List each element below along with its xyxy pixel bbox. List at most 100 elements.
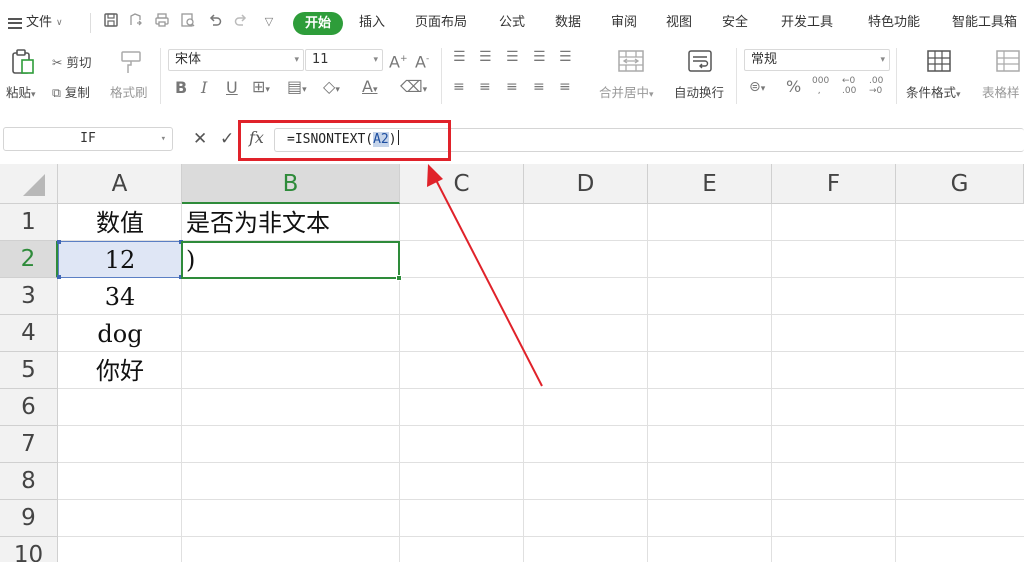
percent-icon[interactable]: %	[786, 78, 801, 96]
column-header-g[interactable]: G	[896, 164, 1024, 204]
tab-data[interactable]: 数据	[555, 12, 581, 34]
align-center-icon[interactable]: ≡	[479, 78, 491, 96]
conditional-format-button[interactable]: 条件格式▾	[906, 82, 961, 101]
align-right-icon[interactable]: ≡	[506, 78, 518, 96]
align-left-icon[interactable]: ≡	[453, 78, 465, 96]
wrap-text-icon[interactable]	[686, 48, 714, 74]
increase-font-icon[interactable]: A+	[389, 50, 408, 71]
orientation-icon[interactable]: ☰	[533, 48, 546, 66]
gridline	[58, 536, 1024, 537]
column-header-b[interactable]: B	[182, 164, 400, 204]
save-icon[interactable]	[101, 12, 121, 32]
thousands-icon[interactable]: 000 ,	[812, 76, 829, 96]
cell-b1[interactable]: 是否为非文本	[186, 205, 400, 242]
tab-home[interactable]: 开始	[293, 12, 343, 35]
fill-handle[interactable]	[396, 275, 402, 281]
column-header-a[interactable]: A	[58, 164, 182, 204]
row-header-4[interactable]: 4	[0, 315, 58, 352]
menu-separator	[90, 13, 91, 33]
cell-a2[interactable]: 12	[58, 242, 182, 279]
confirm-icon[interactable]: ✓	[220, 129, 234, 149]
font-color-icon[interactable]: A▾	[362, 78, 377, 99]
format-painter-icon[interactable]	[118, 48, 146, 74]
justify-icon[interactable]: ≡	[533, 78, 545, 96]
cell-format-icon[interactable]: ▤▾	[287, 78, 307, 99]
tab-formulas[interactable]: 公式	[499, 12, 525, 34]
row-header-2[interactable]: 2	[0, 241, 58, 278]
file-menu[interactable]: 文件 ∨	[8, 12, 63, 34]
row-header-1[interactable]: 1	[0, 204, 58, 241]
select-all-corner[interactable]	[0, 164, 58, 204]
table-style-icon[interactable]	[994, 48, 1022, 74]
table-style-button[interactable]: 表格样	[982, 82, 1024, 101]
cell-b2[interactable]: )	[186, 242, 396, 279]
cell-a5[interactable]: 你好	[58, 353, 182, 390]
format-painter-button[interactable]: 格式刷	[110, 82, 148, 101]
tab-security[interactable]: 安全	[722, 12, 748, 34]
redo-icon[interactable]	[231, 12, 251, 32]
paste-button[interactable]: 粘贴▾	[6, 82, 36, 101]
paste-label: 粘贴	[6, 85, 32, 100]
font-name-select[interactable]: 宋体 ▾	[168, 49, 304, 71]
number-format-value: 常规	[751, 52, 778, 67]
name-box[interactable]: IF ▾	[3, 127, 173, 151]
cut-button[interactable]: ✂ 剪切	[52, 52, 91, 71]
tab-insert[interactable]: 插入	[359, 12, 385, 34]
eraser-icon[interactable]: ⌫▾	[400, 78, 427, 99]
font-name-value: 宋体	[175, 52, 202, 67]
merge-center-icon[interactable]	[617, 48, 645, 74]
tab-page-layout[interactable]: 页面布局	[415, 12, 467, 34]
print-preview-icon[interactable]	[178, 12, 198, 32]
number-format-select[interactable]: 常规 ▾	[744, 49, 890, 71]
copy-button[interactable]: ⧉ 复制	[52, 82, 90, 101]
align-middle-icon[interactable]: ☰	[479, 48, 492, 66]
column-header-e[interactable]: E	[648, 164, 772, 204]
merge-center-button[interactable]: 合并居中▾	[599, 82, 654, 101]
chevron-down-icon: ▾	[373, 55, 378, 65]
underline-icon[interactable]: U	[226, 79, 238, 97]
indent-icon[interactable]: ☰	[559, 48, 572, 66]
wrap-text-button[interactable]: 自动换行	[674, 82, 724, 101]
decrease-decimal-icon[interactable]: .00 →0	[869, 76, 883, 96]
column-header-d[interactable]: D	[524, 164, 648, 204]
tab-view[interactable]: 视图	[666, 12, 692, 34]
row-header-5[interactable]: 5	[0, 352, 58, 389]
scissors-icon: ✂	[52, 55, 63, 70]
decrease-font-icon[interactable]: A-	[415, 50, 429, 71]
cell-a1[interactable]: 数值	[58, 205, 182, 242]
tab-developer[interactable]: 开发工具	[781, 12, 833, 34]
row-header-8[interactable]: 8	[0, 463, 58, 500]
bold-icon[interactable]: B	[175, 79, 187, 97]
font-size-select[interactable]: 11 ▾	[305, 49, 383, 71]
chevron-down-icon: ▾	[31, 90, 36, 100]
export-icon[interactable]	[126, 12, 146, 32]
annotation-highlight-box	[238, 120, 451, 161]
align-bottom-icon[interactable]: ☰	[506, 48, 519, 66]
print-icon[interactable]	[152, 12, 172, 32]
borders-icon[interactable]: ⊞▾	[252, 78, 270, 99]
row-header-6[interactable]: 6	[0, 389, 58, 426]
tab-smart-toolbox[interactable]: 智能工具箱	[952, 12, 1024, 34]
merge-center-label: 合并居中	[599, 85, 650, 100]
row-header-9[interactable]: 9	[0, 500, 58, 537]
row-header-10[interactable]: 10	[0, 537, 58, 562]
fill-color-icon[interactable]: ◇▾	[323, 78, 340, 99]
currency-icon[interactable]: ⊜▾	[749, 78, 765, 98]
cell-a4[interactable]: dog	[58, 316, 182, 353]
align-top-icon[interactable]: ☰	[453, 48, 466, 66]
tab-special-features[interactable]: 特色功能	[868, 12, 920, 34]
conditional-format-icon[interactable]	[925, 48, 953, 74]
paste-icon[interactable]	[10, 48, 38, 74]
italic-icon[interactable]: I	[201, 79, 207, 97]
row-header-7[interactable]: 7	[0, 426, 58, 463]
row-header-3[interactable]: 3	[0, 278, 58, 315]
cell-a3[interactable]: 34	[58, 279, 182, 316]
increase-decimal-icon[interactable]: ←0.00	[842, 76, 856, 96]
customize-toolbar-icon[interactable]: ▽	[259, 12, 279, 32]
column-header-c[interactable]: C	[400, 164, 524, 204]
undo-icon[interactable]	[205, 12, 225, 32]
cancel-icon[interactable]: ✕	[193, 129, 207, 149]
distributed-icon[interactable]: ≡	[559, 78, 571, 96]
tab-review[interactable]: 审阅	[611, 12, 637, 34]
column-header-f[interactable]: F	[772, 164, 896, 204]
